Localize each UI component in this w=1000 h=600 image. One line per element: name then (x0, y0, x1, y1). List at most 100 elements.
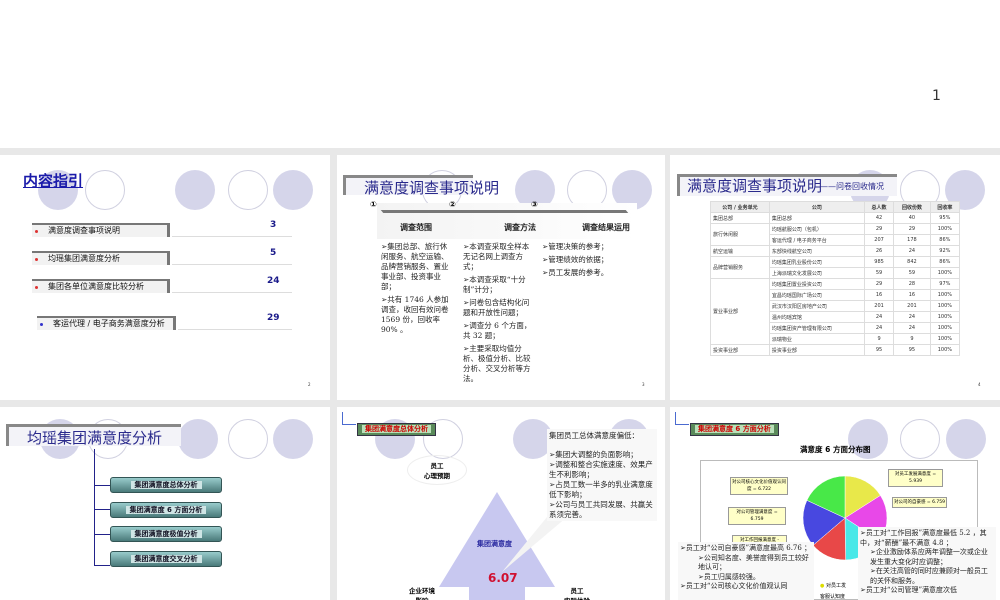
slide-title: 均瑶集团满意度分析 (27, 429, 163, 447)
decor-circle (228, 419, 268, 459)
step-number: ③ (531, 200, 538, 209)
cell-total: 42 (863, 212, 895, 224)
toc-item[interactable]: 客运代理 / 电子商务满意度分析 (37, 316, 176, 330)
cell-company: 均瑶集团置业投资公司 (768, 278, 865, 290)
table-row: 旅行休闲服 均瑶航服公司（包机） 29 29 100% (710, 223, 961, 246)
cell-company: 均瑶集团乳业股份公司 (768, 256, 865, 268)
cell-total: 24 (863, 322, 895, 334)
cell-company: 上海派瑞文化发展公司 (768, 267, 865, 279)
decor-circle (85, 170, 125, 210)
cell-rate: 95% (929, 212, 961, 224)
section-label: 集团满意度 6 方面分析 (690, 423, 779, 436)
cell-returned: 59 (893, 267, 931, 279)
cell-returned: 201 (893, 300, 931, 312)
step-number: ① (370, 200, 377, 209)
analysis-note: 集团员工总体满意度偏低： ➢集团大调整的负面影响； ➢调整和整合实施速度、效果产生… (547, 429, 657, 521)
cell-rate: 92% (929, 245, 961, 257)
cell-rate: 100% (929, 322, 961, 334)
cell-company: 均瑶集团资产管理有限公司 (768, 322, 865, 334)
right-notes: ➢员工对“工作回报”满意度最低 5.2 ，其中，对“薪酬”最不满意 4.8 ； ➢… (858, 527, 996, 600)
toc-item[interactable]: 满意度调查事项说明 (32, 223, 170, 237)
cell-returned: 40 (893, 212, 931, 224)
extreme-value-analysis-button[interactable]: 集团满意度极值分析 (110, 526, 222, 542)
six-aspects-analysis-button[interactable]: 集团满意度 6 方面分析 (110, 502, 222, 518)
cell-rate: 100% (929, 300, 961, 312)
pie-label: 对公司核心文化价值观认同度 = 6.722 (730, 477, 788, 495)
cell-company: 客运代理 / 电子商务平台 (768, 234, 865, 246)
cell-returned: 29 (893, 223, 931, 235)
cell-rate: 100% (929, 333, 961, 345)
toc-page: 24 (267, 276, 280, 286)
toc-page: 29 (267, 313, 280, 323)
toc-item[interactable]: 集团各单位满意度比较分析 (32, 279, 170, 293)
slide-2-toc[interactable]: 内容指引 满意度调查事项说明 3 均瑶集团满意度分析 5 集团各单位满意度比较分… (0, 155, 330, 400)
cell-returned: 95 (893, 344, 931, 356)
slide-number: 2 (308, 382, 311, 387)
table-row: 置业事业部 均瑶集团置业投资公司 29 28 97% (710, 278, 961, 345)
slide-number: 1 (932, 88, 941, 104)
cell-total: 59 (863, 267, 895, 279)
employee-expectation-label: 员工 心理预期 (424, 462, 450, 480)
cell-company: 温州均瑶宾馆 (768, 311, 865, 323)
decor-circle (228, 170, 268, 210)
cell-unit: 置业事业部 (710, 278, 770, 345)
column-header: 公司 / 业务单元 (710, 201, 770, 213)
usage-bullets: ➢管理决策的参考； ➢管理绩效的依据； ➢员工发展的参考。 (542, 242, 609, 277)
cell-company: 投资事业部 (768, 344, 865, 356)
cell-company: 武汉市汉阳区房地产公司 (768, 300, 865, 312)
decor-circle (273, 419, 313, 459)
cell-total: 95 (863, 344, 895, 356)
toc-label: 满意度调查事项说明 (48, 226, 120, 235)
cell-company: 东部快线航空公司 (768, 245, 865, 257)
scope-bullets: ➢集团总部、旅行休闲服务、航空运输、品牌营销服务、置业事业部、投资事业部； ➢共有… (381, 242, 449, 334)
step-number: ② (449, 200, 456, 209)
cell-rate: 100% (929, 267, 961, 279)
cell-unit: 投资事业部 (710, 344, 770, 356)
cell-unit: 旅行休闲服 (710, 223, 770, 246)
slide-4-response-table[interactable]: 满意度调查事项说明 ——问卷回收情况 公司 / 业务单元 公司 总人数 回收份数… (670, 155, 1000, 400)
table-row: 集团总部 集团总部 42 40 95% (710, 212, 961, 224)
toc-page: 3 (270, 220, 277, 230)
table-row: 航空运输 东部快线航空公司 26 24 92% (710, 245, 961, 257)
slide-5-group-analysis[interactable]: 均瑶集团满意度分析 集团满意度总体分析 集团满意度 6 方面分析 集团满意度极值… (0, 407, 330, 600)
cross-analysis-button[interactable]: 集团满意度交叉分析 (110, 551, 222, 567)
column-header: 回收份数 (893, 201, 931, 213)
pie-label: 对公司管理满意度 = 6.759 (728, 507, 786, 525)
decor-circle (273, 170, 313, 210)
slide-7-six-aspects[interactable]: 集团满意度 6 方面分析 满意度 6 方面分布图 对公司核心文化价值观认同度 =… (670, 407, 1000, 600)
column-header: 回收率 (929, 201, 961, 213)
cell-total: 24 (863, 311, 895, 323)
pie-label: 对员工发展满意度 = 5.939 (888, 469, 943, 487)
cell-rate: 97% (929, 278, 961, 290)
cell-returned: 9 (893, 333, 931, 345)
cell-rate: 100% (929, 289, 961, 301)
slide-6-overall-analysis[interactable]: 集团满意度总体分析 员工 心理预期 集团满意度 6.07 企业环境 影响 员工 … (337, 407, 665, 600)
section-label: 集团满意度总体分析 (357, 423, 436, 436)
cell-total: 201 (863, 300, 895, 312)
toc-item[interactable]: 均瑶集团满意度分析 (32, 251, 170, 265)
decor-circle (178, 419, 218, 459)
column-header: 总人数 (863, 201, 895, 213)
cell-returned: 24 (893, 322, 931, 334)
slide-number: 3 (642, 382, 645, 387)
toc-label: 均瑶集团满意度分析 (48, 254, 120, 263)
toc-label: 集团各单位满意度比较分析 (48, 282, 144, 291)
cell-returned: 24 (893, 311, 931, 323)
group-overall-analysis-button[interactable]: 集团满意度总体分析 (110, 477, 222, 493)
left-notes: ➢员工对“公司自豪感”满意度最高 6.76 ； ➢公司知名度、美誉度得到员工较好地… (678, 542, 814, 600)
cell-company: 均瑶航服公司（包机） (768, 223, 865, 235)
cell-returned: 842 (893, 256, 931, 268)
decor-circle (946, 419, 986, 459)
toc-label: 客运代理 / 电子商务满意度分析 (53, 319, 165, 328)
cell-unit: 航空运输 (710, 245, 770, 257)
slide-3-survey-description[interactable]: 满意度调查事项说明 ① ② ③ 调查范围 调查方法 调查结果运用 ➢集团总部、旅… (337, 155, 665, 400)
cell-company: 集团总部 (768, 212, 865, 224)
slide-1[interactable]: 1 (0, 0, 1000, 148)
column-header: 公司 (768, 201, 865, 213)
legend-item: 客服认知度 (820, 594, 846, 600)
cell-returned: 24 (893, 245, 931, 257)
step-label: 调查结果运用 (582, 223, 630, 232)
cell-total: 16 (863, 289, 895, 301)
toc-page: 5 (270, 248, 277, 258)
cell-total: 207 (863, 234, 895, 246)
